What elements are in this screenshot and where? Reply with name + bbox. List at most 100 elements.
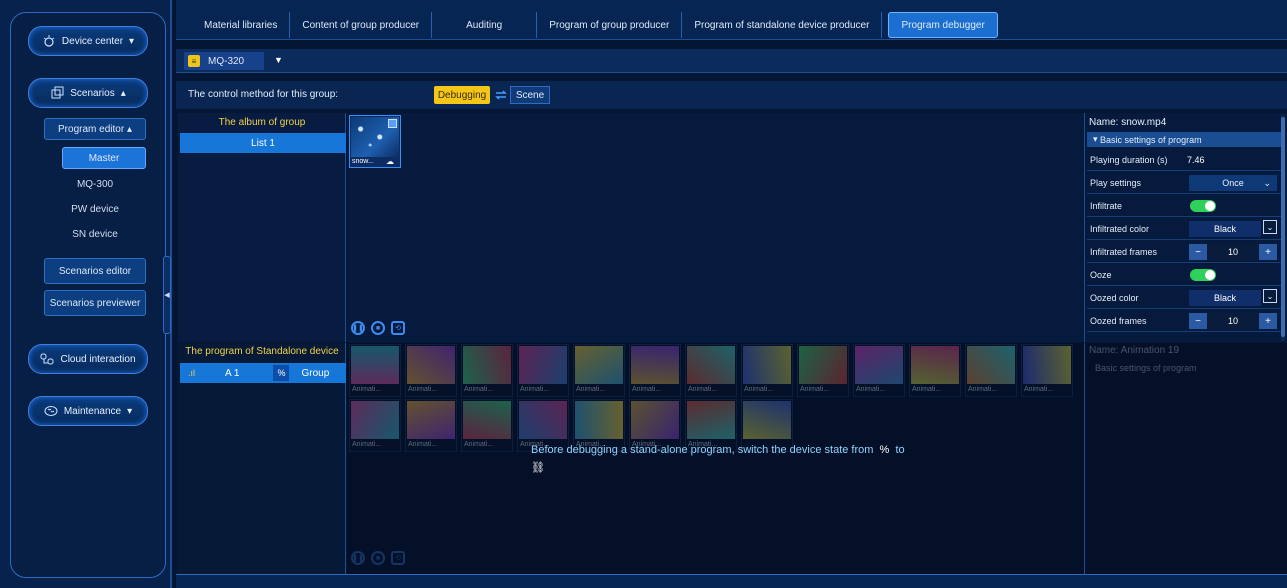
device-selector[interactable]: ≡ MQ-320: [184, 52, 264, 70]
pause-icon[interactable]: ❚❚: [351, 321, 365, 335]
stop-icon: ■: [371, 551, 385, 565]
animation-thumbnail[interactable]: Animati...: [909, 344, 961, 397]
sidebar-collapse-handle[interactable]: ◀: [163, 256, 171, 334]
infiltrated-frames-value[interactable]: 10: [1207, 244, 1259, 260]
animation-thumbnail[interactable]: Animati...: [965, 344, 1017, 397]
standalone-device-name: A 1: [225, 367, 240, 379]
scenarios-label: Scenarios: [70, 87, 115, 99]
scenarios-previewer-button[interactable]: Scenarios previewer: [44, 290, 146, 316]
maintenance-label: Maintenance: [63, 405, 122, 417]
chevron-down-icon: ▾: [127, 405, 133, 417]
infiltrated-color-label: Infiltrated color: [1090, 223, 1150, 234]
animation-caption: Animati...: [744, 386, 774, 393]
properties-scrollbar[interactable]: [1281, 115, 1285, 341]
link-icon[interactable]: %: [273, 365, 290, 381]
thumbnail-caption: snow...: [352, 158, 374, 165]
loop-icon[interactable]: ⟲: [391, 321, 405, 335]
infiltrated-color-select[interactable]: Black: [1189, 221, 1261, 237]
infiltrate-label: Infiltrate: [1090, 200, 1123, 211]
animation-thumbnail[interactable]: Animati...: [461, 344, 513, 397]
animation-thumbnail[interactable]: Animati...: [349, 399, 401, 452]
debug-warning-message: Before debugging a stand-alone program, …: [531, 441, 911, 477]
animation-image: [575, 346, 623, 384]
sidebar-item-sn-device[interactable]: SN device: [44, 224, 146, 244]
swap-icon[interactable]: [494, 89, 508, 101]
animation-thumbnail[interactable]: Animati...: [405, 399, 457, 452]
stop-icon[interactable]: ■: [371, 321, 385, 335]
animation-thumbnail[interactable]: Animati...: [853, 344, 905, 397]
ooze-toggle[interactable]: [1190, 269, 1216, 281]
scenarios-button[interactable]: Scenarios ▴: [28, 78, 148, 108]
play-settings-select[interactable]: Once ⌄: [1189, 175, 1277, 191]
plus-icon[interactable]: +: [1259, 313, 1277, 329]
caret-down-icon: ▾: [1093, 134, 1101, 144]
sidebar-item-label: PW device: [71, 203, 119, 215]
album-title: The album of group: [218, 117, 306, 128]
animation-image: [855, 346, 903, 384]
sidebar-item-label: MQ-300: [76, 178, 114, 190]
animation-image: [351, 401, 399, 439]
maintenance-button[interactable]: Maintenance ▾: [28, 396, 148, 426]
color-picker-icon[interactable]: ⌄: [1263, 220, 1277, 234]
standalone-device-row[interactable]: .ıl A 1 % Group: [180, 363, 346, 383]
animation-thumbnail[interactable]: Animati...: [797, 344, 849, 397]
cloud-interaction-button[interactable]: Cloud interaction: [28, 344, 148, 374]
ooze-label: Ooze: [1090, 269, 1112, 280]
playback-controls: ❚❚ ■ ⟲: [351, 321, 405, 335]
animation-image: [575, 401, 623, 439]
color-picker-icon[interactable]: ⌄: [1263, 289, 1277, 303]
tab-auditing[interactable]: Auditing: [432, 12, 538, 38]
sidebar-item-pw-device[interactable]: PW device: [44, 199, 146, 219]
oozed-color-select[interactable]: Black: [1189, 290, 1261, 306]
device-bar: ≡ MQ-320 ▼: [176, 49, 1287, 73]
device-center-label: Device center: [61, 35, 124, 47]
debugging-label: Debugging: [437, 89, 487, 101]
playing-duration-label: Playing duration (s): [1090, 154, 1168, 165]
control-method-label: The control method for this group:: [188, 89, 339, 100]
animation-thumbnail[interactable]: Animati...: [1021, 344, 1073, 397]
infiltrate-toggle[interactable]: [1190, 200, 1216, 212]
animation-image: [967, 346, 1015, 384]
plus-icon[interactable]: +: [1259, 244, 1277, 260]
play-settings-label: Play settings: [1090, 177, 1142, 188]
sidebar-item-mq-300[interactable]: MQ-300: [44, 174, 146, 194]
animation-caption: Animati...: [408, 386, 438, 393]
tab-content-of-group-producer[interactable]: Content of group producer: [290, 12, 433, 38]
signal-icon: .ıl: [188, 368, 196, 378]
scenarios-editor-button[interactable]: Scenarios editor: [44, 258, 146, 284]
minus-icon[interactable]: −: [1189, 313, 1207, 329]
album-list-item[interactable]: List 1: [180, 133, 346, 153]
debugging-button[interactable]: Debugging: [434, 86, 490, 104]
tab-program-debugger[interactable]: Program debugger: [888, 12, 998, 38]
scene-button[interactable]: Scene: [510, 86, 550, 104]
tab-material-libraries[interactable]: Material libraries: [192, 12, 291, 38]
oozed-frames-value[interactable]: 10: [1207, 313, 1259, 329]
animation-image: [631, 346, 679, 384]
animation-caption: Animati...: [968, 386, 998, 393]
animation-thumbnail[interactable]: Animati...: [517, 344, 569, 397]
animation-thumbnail[interactable]: Animati...: [685, 344, 737, 397]
device-center-button[interactable]: Device center ▾: [28, 26, 148, 56]
thumbnail-checkbox[interactable]: [388, 119, 397, 128]
animation-thumbnail[interactable]: Animati...: [573, 344, 625, 397]
caret-down-icon[interactable]: ▼: [274, 55, 283, 65]
tab-program-of-standalone-device-producer[interactable]: Program of standalone device producer: [682, 12, 883, 38]
sidebar-item-master[interactable]: Master: [62, 147, 146, 169]
animation-caption: Animati...: [632, 386, 662, 393]
animation-thumbnail[interactable]: Animati...: [629, 344, 681, 397]
animation-thumbnail[interactable]: Animati...: [741, 344, 793, 397]
basic-settings-header[interactable]: ▾ Basic settings of program: [1087, 132, 1282, 147]
standalone-panel: The program of Standalone device .ıl A 1…: [178, 343, 346, 574]
minus-icon[interactable]: −: [1189, 244, 1207, 260]
animation-thumbnail[interactable]: Animati...: [349, 344, 401, 397]
animation-thumbnail[interactable]: Animati...: [405, 344, 457, 397]
animation-image: [911, 346, 959, 384]
basic-settings-label: Basic settings of program: [1100, 134, 1202, 145]
program-editor-button[interactable]: Program editor ▴: [44, 118, 146, 140]
animation-thumbnail[interactable]: Animati...: [461, 399, 513, 452]
animation-image: [1023, 346, 1071, 384]
chevron-down-icon: ▾: [129, 35, 135, 47]
program-thumbnail[interactable]: snow... ☁: [349, 115, 401, 168]
link-icon: %: [876, 444, 893, 456]
tab-program-of-group-producer[interactable]: Program of group producer: [537, 12, 683, 38]
